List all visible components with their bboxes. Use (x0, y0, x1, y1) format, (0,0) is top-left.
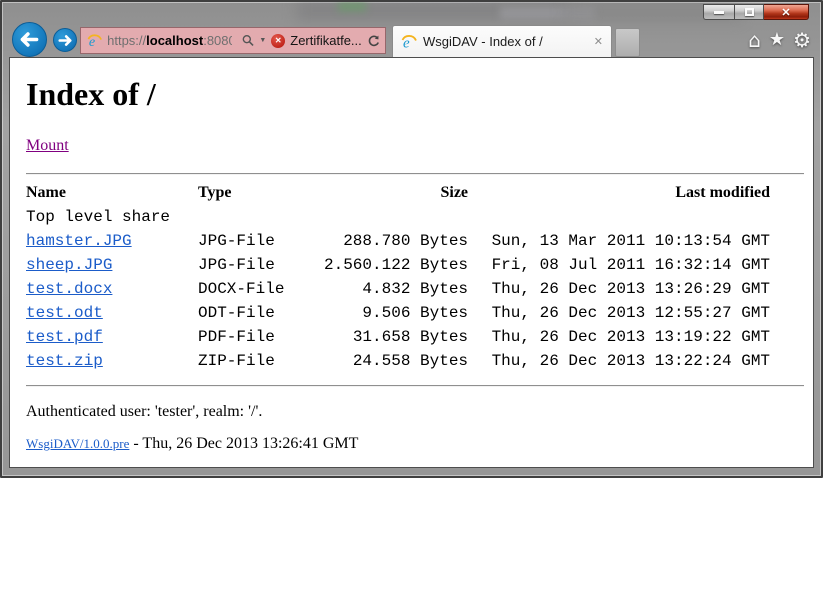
certificate-error-button[interactable]: Zertifikatfe... (290, 33, 362, 48)
file-size: 31.658 Bytes (324, 325, 468, 349)
page-content: Index of / Mount Name Type Size Last mod… (9, 57, 814, 468)
url-scheme: https:// (107, 33, 146, 48)
refresh-icon[interactable] (367, 34, 380, 48)
window-controls: ✕ (703, 4, 809, 20)
file-size: 24.558 Bytes (324, 349, 468, 373)
file-type: DOCX-File (198, 277, 324, 301)
minimize-button[interactable] (703, 4, 734, 20)
header-last-modified: Last modified (468, 181, 770, 205)
tab-wsgidav-index[interactable]: e WsgiDAV - Index of / ✕ (392, 25, 612, 57)
file-modified: Sun, 13 Mar 2011 10:13:54 GMT (468, 229, 770, 253)
certificate-error-x: ✕ (275, 36, 282, 45)
table-row: sheep.JPG JPG-File 2.560.122 Bytes Fri, … (26, 253, 770, 277)
chrome-toolbar-icons: ⌂ ★ ⚙ (748, 29, 811, 51)
file-size: 288.780 Bytes (324, 229, 468, 253)
browser-window: ✕ e https://localhost:8080/ ▼ ✕ Zertifik… (0, 0, 823, 478)
ie-tab-icon: e (401, 34, 417, 50)
table-note-row: Top level share (26, 205, 770, 229)
chevron-down-icon[interactable]: ▼ (259, 37, 266, 44)
header-size: Size (324, 181, 468, 205)
mount-link[interactable]: Mount (26, 137, 69, 154)
footer-timestamp: - Thu, 26 Dec 2013 13:26:41 GMT (129, 435, 358, 452)
maximize-icon (745, 8, 754, 16)
table-row: test.odt ODT-File 9.506 Bytes Thu, 26 De… (26, 301, 770, 325)
header-type: Type (198, 181, 324, 205)
file-modified: Thu, 26 Dec 2013 13:19:22 GMT (468, 325, 770, 349)
directory-index-page: Index of / Mount Name Type Size Last mod… (10, 76, 813, 453)
divider (26, 385, 804, 387)
file-modified: Fri, 08 Jul 2011 16:32:14 GMT (468, 253, 770, 277)
file-link[interactable]: test.pdf (26, 328, 103, 346)
tab-title: WsgiDAV - Index of / (423, 34, 543, 49)
table-row: test.pdf PDF-File 31.658 Bytes Thu, 26 D… (26, 325, 770, 349)
file-link[interactable]: test.odt (26, 304, 103, 322)
file-link[interactable]: hamster.JPG (26, 232, 132, 250)
maximize-button[interactable] (734, 4, 764, 20)
share-note: Top level share (26, 205, 770, 229)
footer: WsgiDAV/1.0.0.pre - Thu, 26 Dec 2013 13:… (26, 435, 804, 453)
title-bar[interactable]: ✕ (2, 2, 821, 24)
back-arrow-icon (20, 32, 39, 47)
file-size: 2.560.122 Bytes (324, 253, 468, 277)
url-path: :8080/ (203, 33, 232, 48)
file-type: ODT-File (198, 301, 324, 325)
close-button[interactable]: ✕ (764, 4, 809, 20)
close-icon: ✕ (781, 6, 790, 19)
wsgidav-version-link[interactable]: WsgiDAV/1.0.0.pre (26, 436, 129, 451)
divider (26, 173, 804, 175)
file-size: 4.832 Bytes (324, 277, 468, 301)
minimize-icon (714, 11, 724, 14)
table-row: test.zip ZIP-File 24.558 Bytes Thu, 26 D… (26, 349, 770, 373)
address-bar[interactable]: e https://localhost:8080/ ▼ ✕ Zertifikat… (80, 27, 386, 54)
ie-page-icon: e (87, 33, 102, 49)
file-type: PDF-File (198, 325, 324, 349)
url-text[interactable]: https://localhost:8080/ (107, 33, 232, 48)
file-type: JPG-File (198, 253, 324, 277)
file-modified: Thu, 26 Dec 2013 13:22:24 GMT (468, 349, 770, 373)
table-row: hamster.JPG JPG-File 288.780 Bytes Sun, … (26, 229, 770, 253)
back-button[interactable] (12, 22, 47, 57)
file-modified: Thu, 26 Dec 2013 12:55:27 GMT (468, 301, 770, 325)
forward-arrow-icon (58, 35, 72, 46)
table-header-row: Name Type Size Last modified (26, 181, 770, 205)
new-tab-button[interactable] (615, 28, 640, 57)
file-type: ZIP-File (198, 349, 324, 373)
certificate-error-icon: ✕ (271, 34, 285, 48)
page-title: Index of / (26, 76, 804, 113)
table-row: test.docx DOCX-File 4.832 Bytes Thu, 26 … (26, 277, 770, 301)
tab-close-icon[interactable]: ✕ (594, 35, 603, 48)
file-link[interactable]: test.docx (26, 280, 112, 298)
file-link[interactable]: test.zip (26, 352, 103, 370)
file-listing-table: Name Type Size Last modified Top level s… (26, 181, 770, 373)
file-link[interactable]: sheep.JPG (26, 256, 112, 274)
header-name: Name (26, 181, 198, 205)
search-icon[interactable] (242, 34, 254, 47)
gear-icon[interactable]: ⚙ (793, 29, 811, 51)
authenticated-user-text: Authenticated user: 'tester', realm: '/'… (26, 403, 804, 421)
star-icon[interactable]: ★ (769, 29, 785, 51)
forward-button[interactable] (53, 28, 77, 52)
home-icon[interactable]: ⌂ (748, 29, 761, 51)
file-type: JPG-File (198, 229, 324, 253)
file-modified: Thu, 26 Dec 2013 13:26:29 GMT (468, 277, 770, 301)
file-size: 9.506 Bytes (324, 301, 468, 325)
url-host: localhost (146, 33, 203, 48)
